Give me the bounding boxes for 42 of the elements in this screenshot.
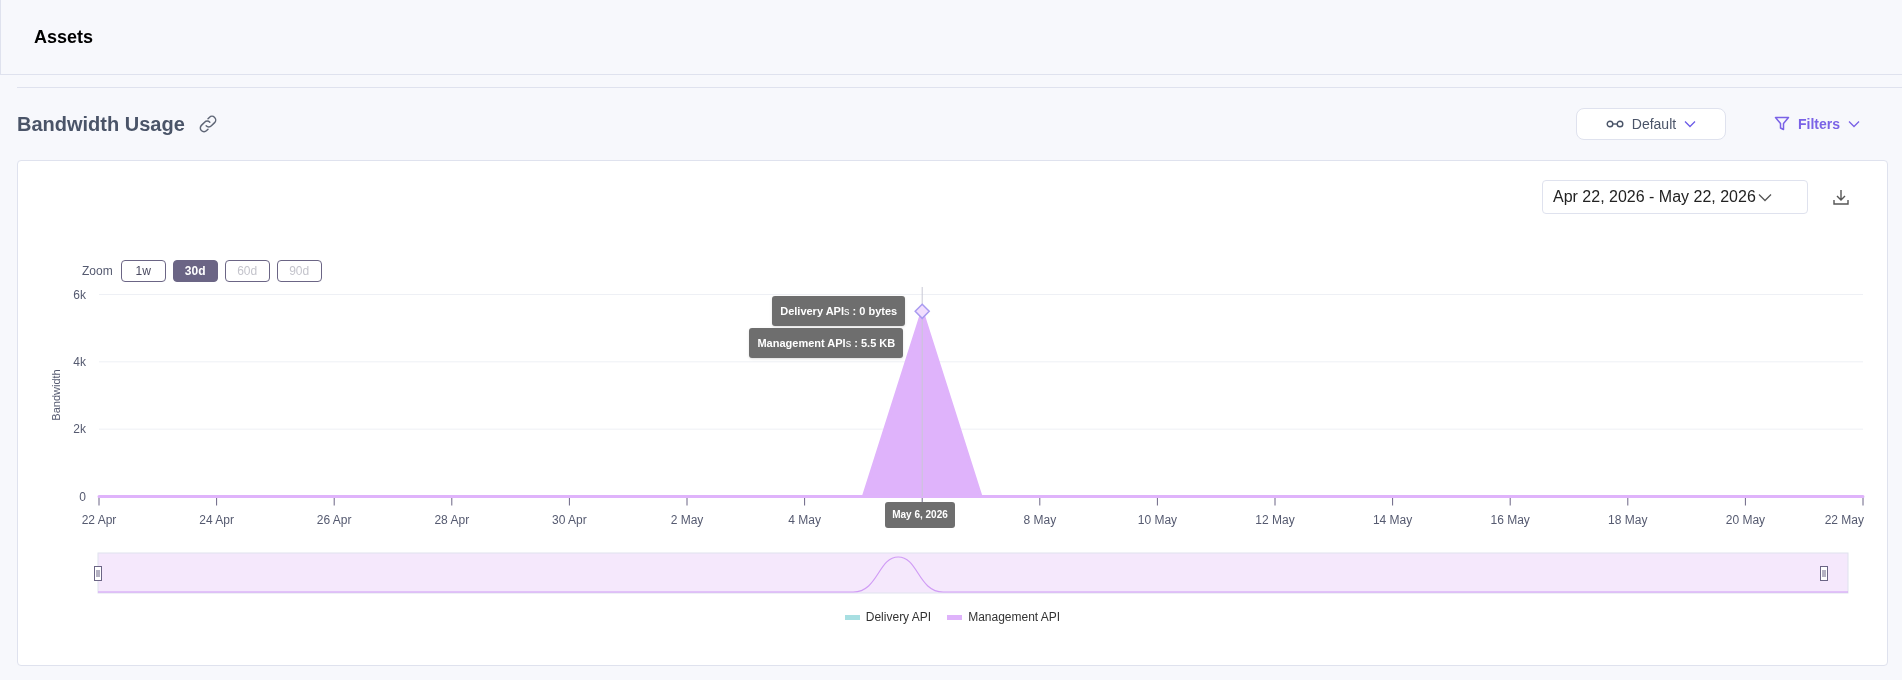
chevron-icon [1848, 120, 1860, 128]
zoom-label: Zoom [82, 263, 113, 280]
glasses-icon [1605, 120, 1624, 128]
x-axis-label: 22 May [1824, 512, 1864, 527]
x-axis-label: 10 May [1137, 512, 1178, 527]
x-axis-label: 28 Apr [434, 512, 470, 527]
date-range-dropdown[interactable]: Apr 22, 2026 - May 22, 2026 [1542, 180, 1808, 214]
x-axis-label: 4 May [788, 512, 821, 527]
legend-item[interactable]: Management API [968, 608, 1061, 626]
y-axis-label: 2k [73, 422, 86, 437]
x-axis-label: 8 May [1023, 512, 1057, 527]
y-axis-label: 6k [73, 287, 86, 302]
x-axis-label: 30 Apr [552, 512, 587, 527]
y-axis-label: 0 [79, 489, 86, 504]
x-axis-label: 14 May [1372, 512, 1413, 527]
filter-icon [1774, 116, 1790, 132]
view-dropdown[interactable]: Default [1576, 108, 1726, 140]
x-axis-label: 16 May [1490, 512, 1530, 527]
tooltip: Delivery APIs : 0 bytes [772, 296, 906, 326]
zoom-button[interactable]: 30d [172, 260, 218, 282]
x-axis-label: 24 Apr [199, 512, 234, 527]
y-axis-title: Bandwidth [50, 369, 62, 421]
x-axis-label: 2 May [670, 512, 704, 527]
legend-item[interactable]: Delivery API [865, 608, 932, 626]
x-axis-label: 18 May [1608, 512, 1648, 527]
section-title: Bandwidth Usage [17, 112, 185, 137]
chevron-icon [1757, 192, 1772, 202]
y-axis-label: 4k [73, 354, 86, 369]
chevron-icon [1684, 120, 1697, 128]
filters-button[interactable]: Filters [1772, 108, 1862, 140]
navigator-handle[interactable] [94, 566, 102, 581]
x-axis-label: 22 Apr [81, 512, 117, 527]
x-axis-label: 12 May [1255, 512, 1295, 527]
point-marker [914, 303, 931, 320]
download-icon[interactable] [1832, 188, 1850, 206]
date-tooltip: May 6, 2026 [885, 501, 955, 528]
navigator-handle[interactable] [1820, 566, 1828, 581]
tooltip: Management APIs : 5.5 KB [749, 328, 904, 358]
x-axis-label: 20 May [1725, 512, 1766, 527]
page-title: Assets [34, 25, 94, 49]
zoom-button[interactable]: 1w [120, 260, 166, 282]
x-axis-label: 26 Apr [316, 512, 352, 527]
